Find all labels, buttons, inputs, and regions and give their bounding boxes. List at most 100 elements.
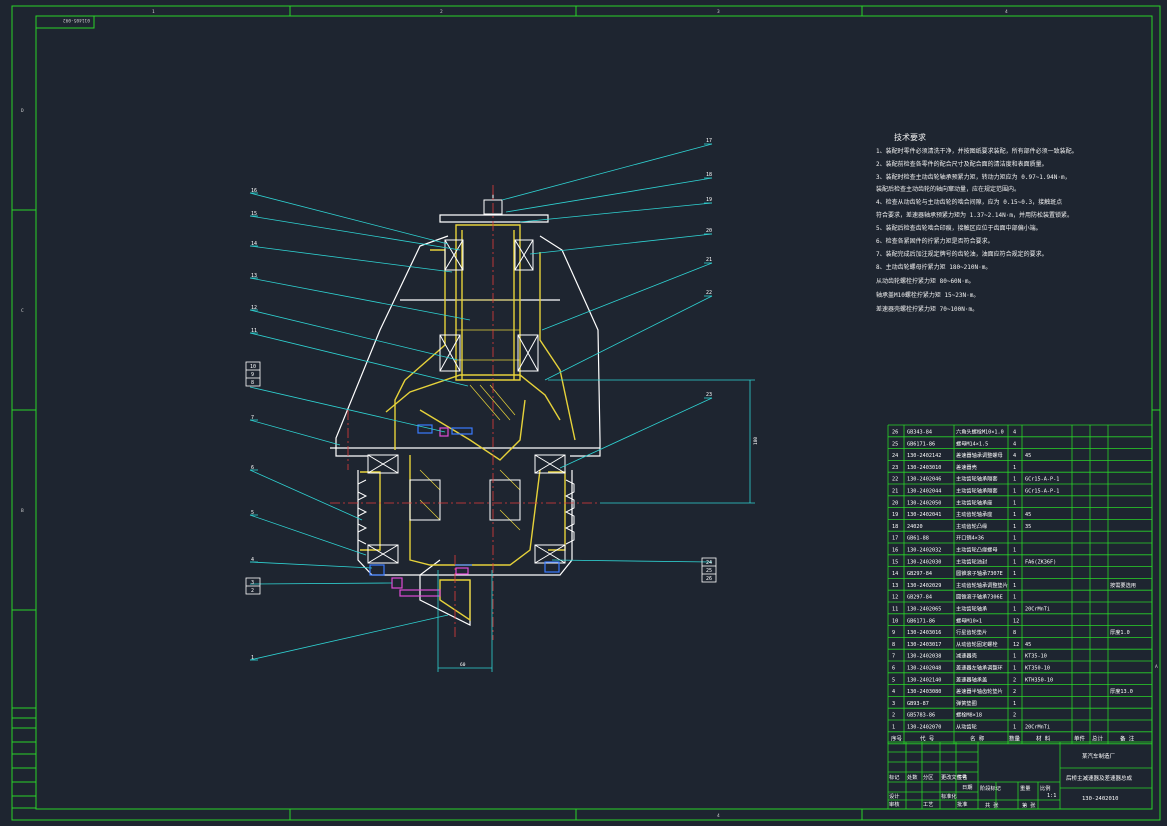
bom-header-note: 备 注 (1120, 734, 1135, 742)
tech-line: 5、装配后检查齿轮啮合印痕，接触区应位于齿面中部偏小端。 (876, 224, 1042, 232)
bom-cell-code: 130-2403080 (907, 689, 941, 695)
bom-cell-qty: 1 (1013, 536, 1016, 542)
bom-cell-code: 130-2402044 (907, 489, 941, 495)
callout-3: 3 (251, 580, 254, 586)
bom-cell-material: 45 (1025, 453, 1031, 459)
bom-cell-name: 主动齿轮油封 (956, 557, 987, 565)
bom-cell-name: 差速器轴承盖 (956, 675, 987, 683)
bom-cell-code: 130-2402032 (907, 548, 941, 554)
bom-cell-qty: 2 (1013, 689, 1016, 695)
tech-line: 2、装配前检查各零件的配合尺寸及配合面的清洁度和表面质量。 (876, 160, 1048, 168)
tb-label-total-sheets: 共 张 (985, 801, 999, 809)
tb-label-weight: 重量 (1020, 784, 1030, 792)
tb-label-count: 处数 (907, 773, 918, 781)
bom-cell-name: 弹簧垫圈 (956, 699, 977, 707)
dim-vertical: 180 (753, 437, 759, 445)
bom-cell-note: 按需要选用 (1110, 581, 1136, 589)
callout-7: 7 (251, 415, 254, 421)
bom-cell-name: 主动齿轮凸缘螺母 (956, 546, 998, 554)
bom-cell-qty: 1 (1013, 571, 1016, 577)
edge-label-left-c: C (21, 308, 24, 314)
bom-cell-name: 圆锥滚子轴承7307E (956, 569, 1003, 577)
bom-header-qty: 数量 (1009, 734, 1021, 742)
bom-cell-code: 130-2402041 (907, 512, 941, 518)
tb-label-review: 审核 (889, 800, 899, 808)
tech-line: 装配后检查主动齿轮的轴向窜动量，应在规定范围内。 (876, 185, 1020, 193)
tb-label-sheet-no: 第 张 (1022, 801, 1036, 809)
tech-line: 4、检查从动齿轮与主动齿轮的啮合间隙，应为 0.15~0.3，接触斑点 (876, 198, 1062, 206)
bom-cell-no: 1 (892, 725, 895, 731)
bom-cell-name: 差速器壳 (956, 463, 977, 471)
tb-label-stage: 阶段标记 (980, 784, 1001, 792)
bom-cell-code: 24020 (907, 524, 923, 530)
callout-21: 21 (706, 257, 712, 263)
bom-cell-code: 130-2402029 (907, 583, 941, 589)
bom-cell-no: 18 (892, 524, 898, 530)
edge-label-right-a: A (1155, 664, 1158, 670)
callout-6: 6 (251, 465, 254, 471)
bom-cell-code: GB93-87 (907, 701, 929, 707)
bom-cell-code: 130-2402140 (907, 677, 941, 683)
callout-8: 8 (251, 380, 254, 386)
bom-cell-name: 主动齿轮轴承调整垫片 (956, 581, 1008, 589)
tech-line: 3、装配时检查主动齿轮轴承预紧力矩，转动力矩应为 0.97~1.94N·m， (876, 173, 1071, 181)
bom-cell-code: GB6171-86 (907, 441, 935, 447)
bom-cell-material: KTH350-10 (1025, 677, 1053, 683)
bom-cell-qty: 4 (1013, 453, 1016, 459)
bom-cell-no: 12 (892, 595, 898, 601)
bom-cell-name: 圆锥滚子轴承7306E (956, 593, 1003, 601)
bom-cell-name: 从动齿轮固定螺栓 (956, 640, 998, 648)
bom-cell-name: 行星齿轮垫片 (956, 628, 987, 636)
outer-frame (11, 5, 1161, 821)
bom-table: 26 GB343-84 六角头螺栓M10×1.0 425 GB6171-86 螺母M14×… (891, 428, 1136, 743)
tech-line: 6、检查各紧固件的拧紧力矩是否符合要求。 (876, 237, 994, 245)
tech-line: 轴承盖M10螺栓拧紧力矩 15~23N·m。 (876, 291, 979, 299)
callout-17: 17 (706, 138, 712, 144)
bom-cell-code: 130-2402038 (907, 654, 941, 660)
edge-label-bottom-4: 4 (717, 813, 720, 819)
bom-cell-no: 8 (892, 642, 895, 648)
bom-cell-qty: 1 (1013, 465, 1016, 471)
bom-cell-name: 差速器轴承调整螺母 (956, 451, 1003, 459)
titleblock-labels: 标记 处数 分区 更改文件号 签名 日期 设计 标准化 阶段标记 重量 比例 审… (889, 773, 1050, 809)
bom-cell-code: 130-2402142 (907, 453, 941, 459)
bom-cell-name: 主动齿轮轴承隔套 (956, 475, 998, 483)
bom-cell-note: 厚度13.0 (1110, 687, 1133, 695)
bom-cell-no: 5 (892, 677, 895, 683)
tb-label-sign: 签名 (957, 773, 967, 781)
bom-header-material: 材 料 (1036, 734, 1051, 742)
bom-cell-material: GCr15-A-P-1 (1025, 477, 1059, 483)
bom-cell-qty: 1 (1013, 701, 1016, 707)
bom-cell-code: 130-2402048 (907, 666, 941, 672)
callout-11: 11 (251, 328, 257, 334)
bom-cell-name: 主动齿轮轴承座 (956, 510, 992, 518)
tb-label-mark: 标记 (889, 773, 899, 781)
tech-line: 7、装配完成后加注规定牌号的齿轮油，油面应符合规定的要求。 (876, 250, 1048, 258)
bom-cell-code: 130-2402065 (907, 607, 941, 613)
edge-label-left-d: D (21, 108, 24, 114)
bom-cell-code: 130-2402050 (907, 500, 941, 506)
bom-cell-qty: 1 (1013, 583, 1016, 589)
bom-cell-material: 45 (1025, 512, 1031, 518)
bom-cell-code: GB343-84 (907, 430, 932, 436)
callout-10: 10 (250, 364, 256, 370)
bom-header-name: 名 称 (970, 734, 985, 742)
bom-cell-material: KT350-10 (1025, 666, 1050, 672)
top-code: 011405-092 (63, 17, 90, 23)
bom-cell-material: GCr15-A-P-1 (1025, 489, 1059, 495)
bom-cell-no: 10 (892, 618, 898, 624)
bom-cell-qty: 1 (1013, 512, 1016, 518)
dim-bottom: 60 (460, 662, 466, 668)
bom-cell-code: 130-2403010 (907, 465, 941, 471)
callout-1: 1 (251, 655, 254, 661)
bom-cell-no: 13 (892, 583, 898, 589)
bom-cell-qty: 2 (1013, 677, 1016, 683)
bom-cell-qty: 12 (1013, 642, 1019, 648)
bom-cell-qty: 4 (1013, 441, 1016, 447)
edge-label-top-4: 4 (1005, 9, 1008, 15)
callout-26: 26 (706, 576, 712, 582)
edge-label-left-b: B (21, 508, 24, 514)
bom-cell-no: 9 (892, 630, 895, 636)
callout-20: 20 (706, 228, 712, 234)
bom-cell-no: 4 (892, 689, 895, 695)
